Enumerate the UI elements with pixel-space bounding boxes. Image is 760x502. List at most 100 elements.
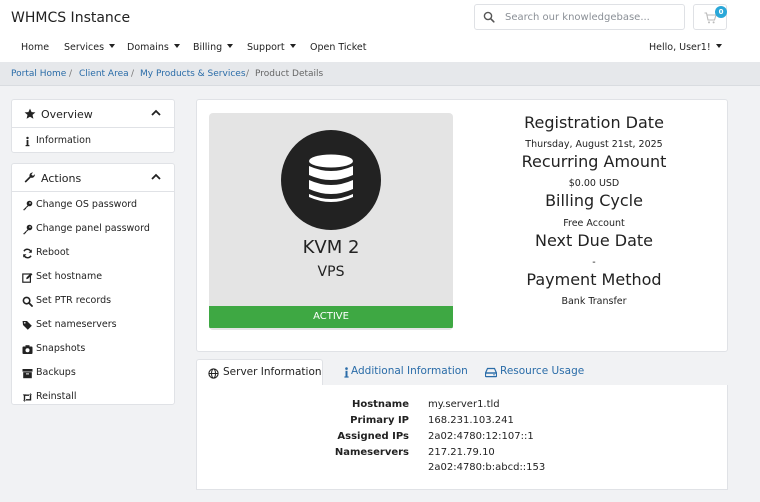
tags-icon bbox=[22, 321, 32, 330]
registration-date-label: Registration Date bbox=[524, 113, 664, 132]
main-nav: Home Services Domains Billing Support Op… bbox=[0, 40, 760, 58]
breadcrumb-separator: / bbox=[69, 69, 73, 79]
breadcrumb-separator: / bbox=[131, 69, 135, 79]
knowledgebase-search[interactable] bbox=[474, 4, 685, 30]
breadcrumb-client-area[interactable]: Client Area bbox=[79, 69, 129, 79]
next-due-date-value: - bbox=[592, 257, 596, 268]
hdd-icon bbox=[485, 367, 497, 378]
sidebar-item-label: Backups bbox=[36, 367, 76, 378]
server-information-panel: Hostname my.server1.tld Primary IP 168.2… bbox=[196, 385, 728, 490]
registration-date-value: Thursday, August 21st, 2025 bbox=[525, 139, 663, 150]
sidebar-item-label: Set nameservers bbox=[36, 319, 117, 330]
product-group: VPS bbox=[317, 264, 345, 280]
sidebar-item-label: Set hostname bbox=[36, 271, 103, 282]
archive-icon bbox=[22, 369, 33, 379]
sidebar-item-label: Set PTR records bbox=[36, 295, 112, 306]
hostname-label: Hostname bbox=[351, 399, 409, 410]
sidebar-actions-panel: Actions Change OS password Change panel … bbox=[11, 163, 175, 405]
retweet-icon bbox=[22, 393, 32, 402]
caret-down-icon bbox=[715, 44, 722, 48]
refresh-icon bbox=[23, 248, 32, 259]
tab-label: Server Information bbox=[223, 366, 322, 378]
globe-icon bbox=[208, 368, 219, 379]
breadcrumb: Portal Home / Client Area / My Products … bbox=[0, 62, 760, 86]
nav-support-label: Support bbox=[247, 42, 285, 53]
assigned-ips-label: Assigned IPs bbox=[337, 431, 409, 442]
hostname-value: my.server1.tld bbox=[428, 399, 500, 410]
sidebar-item-label: Reboot bbox=[36, 247, 70, 258]
tab-label: Resource Usage bbox=[500, 365, 585, 377]
tab-additional-information[interactable]: Additional Information bbox=[330, 359, 470, 386]
caret-down-icon bbox=[227, 44, 234, 48]
caret-down-icon bbox=[289, 44, 296, 48]
search-input[interactable] bbox=[505, 8, 675, 26]
caret-down-icon bbox=[173, 44, 180, 48]
cart-button[interactable]: 0 bbox=[693, 4, 727, 30]
caret-down-icon bbox=[109, 44, 116, 48]
breadcrumb-separator: / bbox=[246, 69, 250, 79]
nav-services-label: Services bbox=[64, 42, 105, 53]
chevron-up-icon bbox=[151, 109, 161, 116]
sidebar-item-information[interactable]: Information bbox=[12, 129, 174, 153]
camera-icon bbox=[22, 345, 33, 354]
nav-domains[interactable]: Domains bbox=[127, 42, 180, 53]
sidebar-item-set-ptr-records[interactable]: Set PTR records bbox=[12, 289, 174, 313]
star-icon bbox=[24, 108, 36, 119]
overview-panel-header[interactable]: Overview bbox=[12, 100, 174, 128]
search-icon bbox=[22, 296, 33, 307]
recurring-amount-value: $0.00 USD bbox=[568, 178, 620, 189]
sidebar-item-snapshots[interactable]: Snapshots bbox=[12, 337, 174, 361]
key-icon bbox=[23, 200, 33, 211]
billing-cycle-value: Free Account bbox=[563, 218, 625, 229]
overview-title: Overview bbox=[41, 108, 93, 121]
database-icon bbox=[309, 154, 353, 202]
sidebar-item-label: Snapshots bbox=[36, 343, 86, 354]
payment-method-value: Bank Transfer bbox=[561, 296, 627, 307]
sidebar-item-backups[interactable]: Backups bbox=[12, 361, 174, 385]
brand-logo[interactable]: WHMCS Instance bbox=[11, 10, 130, 26]
actions-panel-header[interactable]: Actions bbox=[12, 164, 174, 192]
sidebar-item-reinstall[interactable]: Reinstall bbox=[12, 385, 174, 409]
detail-tabs: Server Information Additional Informatio… bbox=[196, 359, 728, 386]
breadcrumb-portal-home[interactable]: Portal Home bbox=[11, 69, 66, 79]
cart-count-badge: 0 bbox=[715, 6, 727, 18]
tab-resource-usage[interactable]: Resource Usage bbox=[474, 359, 584, 386]
breadcrumb-my-products[interactable]: My Products & Services bbox=[140, 69, 246, 79]
nav-open-ticket[interactable]: Open Ticket bbox=[310, 42, 367, 53]
nav-home[interactable]: Home bbox=[21, 42, 49, 53]
sidebar-item-label: Change panel password bbox=[36, 223, 150, 234]
billing-cycle-label: Billing Cycle bbox=[545, 191, 643, 210]
assigned-ips-value: 2a02:4780:12:107::1 bbox=[428, 431, 534, 442]
wrench-icon bbox=[24, 172, 35, 183]
sidebar-item-set-nameservers[interactable]: Set nameservers bbox=[12, 313, 174, 337]
product-card: KVM 2 VPS ACTIVE bbox=[209, 113, 453, 330]
product-details-panel: KVM 2 VPS ACTIVE Registration Date Thurs… bbox=[196, 99, 728, 352]
key-icon bbox=[23, 224, 33, 235]
tab-label: Additional Information bbox=[351, 365, 468, 377]
search-icon bbox=[483, 11, 495, 23]
recurring-amount-label: Recurring Amount bbox=[521, 152, 667, 171]
nav-billing-label: Billing bbox=[193, 42, 223, 53]
nav-domains-label: Domains bbox=[127, 42, 169, 53]
nav-support[interactable]: Support bbox=[247, 42, 296, 53]
chevron-up-icon bbox=[151, 173, 161, 180]
sidebar-item-reboot[interactable]: Reboot bbox=[12, 241, 174, 265]
nameserver-1-value: 217.21.79.10 bbox=[428, 447, 495, 458]
product-name: KVM 2 bbox=[302, 237, 360, 258]
actions-title: Actions bbox=[41, 172, 82, 185]
info-icon bbox=[25, 136, 30, 147]
payment-method-label: Payment Method bbox=[526, 270, 662, 289]
sidebar-item-set-hostname[interactable]: Set hostname bbox=[12, 265, 174, 289]
sidebar-item-change-panel-password[interactable]: Change panel password bbox=[12, 217, 174, 241]
tab-server-information[interactable]: Server Information bbox=[196, 359, 323, 386]
sidebar-item-label: Reinstall bbox=[36, 391, 77, 402]
nav-billing[interactable]: Billing bbox=[193, 42, 234, 53]
nav-services[interactable]: Services bbox=[64, 42, 116, 53]
sidebar-item-change-os-password[interactable]: Change OS password bbox=[12, 193, 174, 217]
user-menu[interactable]: Hello, User1! bbox=[649, 42, 722, 53]
nameserver-2-value: 2a02:4780:b:abcd::153 bbox=[428, 462, 546, 473]
product-icon-circle bbox=[281, 130, 381, 230]
primary-ip-value: 168.231.103.241 bbox=[428, 415, 514, 426]
primary-ip-label: Primary IP bbox=[350, 415, 409, 426]
nameservers-label: Nameservers bbox=[334, 447, 409, 458]
